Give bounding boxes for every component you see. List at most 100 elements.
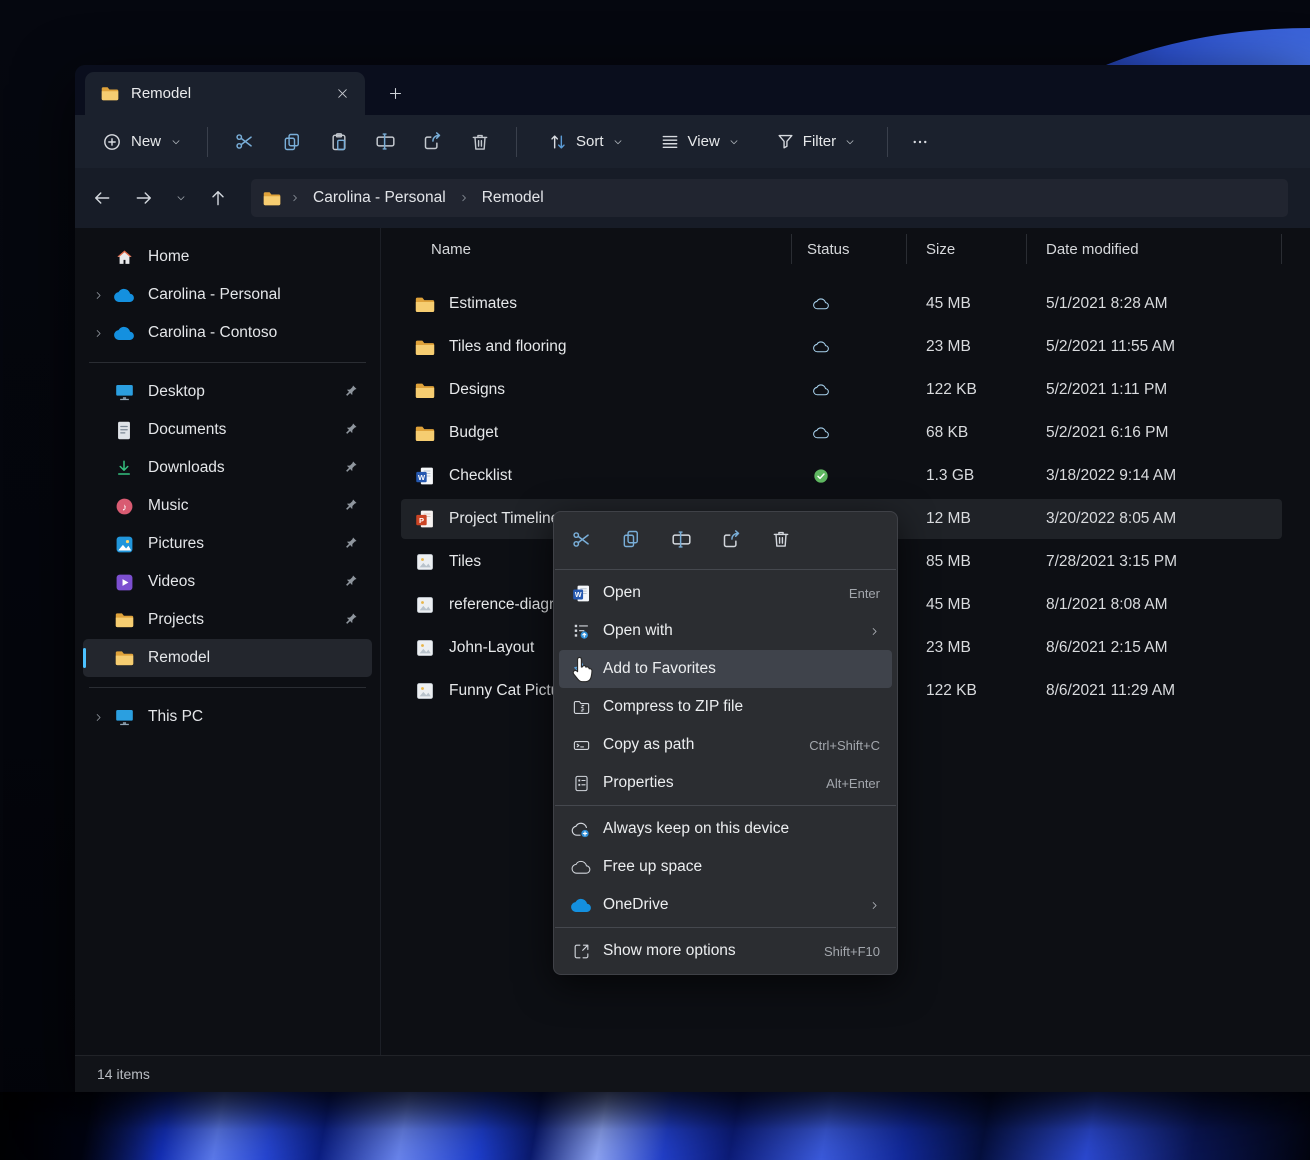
ellipsis-icon: [911, 133, 929, 151]
sidebar-item-carolina-personal[interactable]: Carolina - Personal: [83, 276, 372, 314]
file-date: 3/20/2022 8:05 AM: [1026, 510, 1282, 528]
file-row-designs[interactable]: Designs 122 KB 5/2/2021 1:11 PM: [401, 370, 1282, 410]
up-button[interactable]: [197, 179, 239, 217]
more-options-button[interactable]: [901, 124, 939, 160]
menu-item-show-more-options[interactable]: Show more options Shift+F10: [559, 932, 892, 970]
file-name: Designs: [449, 381, 505, 399]
copy-path-icon: [559, 736, 603, 755]
copy-button[interactable]: [606, 519, 656, 559]
menu-item-label: OneDrive: [603, 896, 857, 914]
menu-item-add-to-favorites[interactable]: Add to Favorites: [559, 650, 892, 688]
breadcrumb-root[interactable]: Carolina - Personal: [309, 187, 450, 209]
filter-button[interactable]: Filter: [764, 125, 868, 158]
powerpoint-document-icon: P: [415, 509, 435, 529]
menu-shortcut: Enter: [849, 586, 880, 601]
file-name: Estimates: [449, 295, 517, 313]
chevron-right-icon[interactable]: [83, 290, 113, 301]
paste-button[interactable]: [315, 124, 362, 160]
file-row-checklist[interactable]: WChecklist 1.3 GB 3/18/2022 9:14 AM: [401, 456, 1282, 496]
chevron-right-icon[interactable]: [83, 712, 113, 723]
new-button[interactable]: New: [90, 125, 194, 159]
svg-text:P: P: [419, 516, 424, 525]
menu-item-free-up-space[interactable]: Free up space: [559, 848, 892, 886]
cloud-status-icon: [813, 384, 829, 396]
chevron-right-icon[interactable]: [83, 328, 113, 339]
pin-icon: [344, 422, 358, 436]
folder-icon: [415, 339, 435, 356]
menu-item-copy-as-path[interactable]: Copy as path Ctrl+Shift+C: [559, 726, 892, 764]
rename-icon: [671, 529, 692, 550]
share-button[interactable]: [409, 124, 456, 160]
file-row-tiles-and-flooring[interactable]: Tiles and flooring 23 MB 5/2/2021 11:55 …: [401, 327, 1282, 367]
tab-remodel[interactable]: Remodel: [85, 72, 365, 115]
forward-button[interactable]: [123, 179, 165, 217]
menu-item-properties[interactable]: Properties Alt+Enter: [559, 764, 892, 802]
sidebar-item-projects[interactable]: Projects: [83, 601, 372, 639]
sidebar-item-documents[interactable]: Documents: [83, 411, 372, 449]
menu-shortcut: Shift+F10: [824, 944, 880, 959]
sidebar-item-desktop[interactable]: Desktop: [83, 373, 372, 411]
share-button[interactable]: [706, 519, 756, 559]
delete-button[interactable]: [756, 519, 806, 559]
file-row-budget[interactable]: Budget 68 KB 5/2/2021 6:16 PM: [401, 413, 1282, 453]
sidebar-item-music[interactable]: ♪ Music: [83, 487, 372, 525]
copy-button[interactable]: [268, 124, 315, 160]
menu-item-compress-zip[interactable]: Compress to ZIP file: [559, 688, 892, 726]
recent-locations-button[interactable]: [165, 179, 197, 217]
menu-item-open[interactable]: W Open Enter: [559, 574, 892, 612]
sidebar-item-downloads[interactable]: Downloads: [83, 449, 372, 487]
chevron-right-icon: [459, 193, 469, 203]
menu-item-label: Open with: [603, 622, 857, 640]
sidebar-item-videos[interactable]: Videos: [83, 563, 372, 601]
back-button[interactable]: [81, 179, 123, 217]
rename-button[interactable]: [656, 519, 706, 559]
column-header-date[interactable]: Date modified: [1026, 241, 1282, 258]
sort-button[interactable]: Sort: [536, 125, 636, 159]
sidebar-item-pictures[interactable]: Pictures: [83, 525, 372, 563]
address-bar[interactable]: Carolina - Personal Remodel: [251, 179, 1288, 217]
column-divider[interactable]: [1281, 234, 1282, 264]
context-menu: W Open Enter Open with Add to Favorites: [553, 511, 898, 975]
sidebar-item-carolina-contoso[interactable]: Carolina - Contoso: [83, 314, 372, 352]
column-header-name[interactable]: Name: [411, 241, 791, 258]
cut-button[interactable]: [221, 124, 268, 160]
copy-icon: [621, 529, 641, 549]
view-button[interactable]: View: [648, 125, 752, 159]
column-divider[interactable]: [791, 234, 792, 264]
cut-button[interactable]: [556, 519, 606, 559]
delete-button[interactable]: [456, 124, 503, 160]
copy-icon: [282, 132, 302, 152]
navigation-pane: Home Carolina - Personal: [75, 228, 380, 1055]
share-icon: [721, 529, 742, 550]
folder-icon: [415, 425, 435, 442]
onedrive-cloud-icon: [559, 898, 603, 912]
toolbar-divider: [207, 127, 208, 157]
sidebar-item-this-pc[interactable]: This PC: [83, 698, 372, 736]
new-tab-button[interactable]: [380, 78, 410, 108]
menu-item-always-keep-on-device[interactable]: Always keep on this device: [559, 810, 892, 848]
svg-text:W: W: [418, 473, 426, 482]
cloud-status-icon: [813, 427, 829, 439]
breadcrumb-current[interactable]: Remodel: [478, 187, 548, 209]
file-date: 5/2/2021 11:55 AM: [1026, 338, 1282, 356]
filter-funnel-icon: [776, 132, 795, 151]
column-header-size[interactable]: Size: [906, 241, 1026, 258]
tab-bar: Remodel: [75, 65, 1310, 115]
menu-item-open-with[interactable]: Open with: [559, 612, 892, 650]
menu-item-onedrive[interactable]: OneDrive: [559, 886, 892, 924]
column-divider[interactable]: [906, 234, 907, 264]
rename-button[interactable]: [362, 124, 409, 160]
file-row-estimates[interactable]: Estimates 45 MB 5/1/2021 8:28 AM: [401, 284, 1282, 324]
column-divider[interactable]: [1026, 234, 1027, 264]
sidebar-item-label: This PC: [148, 708, 203, 726]
sidebar-item-home[interactable]: Home: [83, 238, 372, 276]
synced-status-icon: [813, 468, 829, 484]
column-header-status[interactable]: Status: [791, 241, 906, 258]
toolbar-divider: [516, 127, 517, 157]
file-name: Funny Cat Pictu: [449, 682, 559, 700]
onedrive-cloud-icon: [113, 326, 135, 340]
sidebar-item-remodel[interactable]: Remodel: [83, 639, 372, 677]
folder-icon: [415, 382, 435, 399]
command-toolbar: New Sort: [75, 115, 1310, 168]
tab-close-icon[interactable]: [329, 81, 355, 107]
